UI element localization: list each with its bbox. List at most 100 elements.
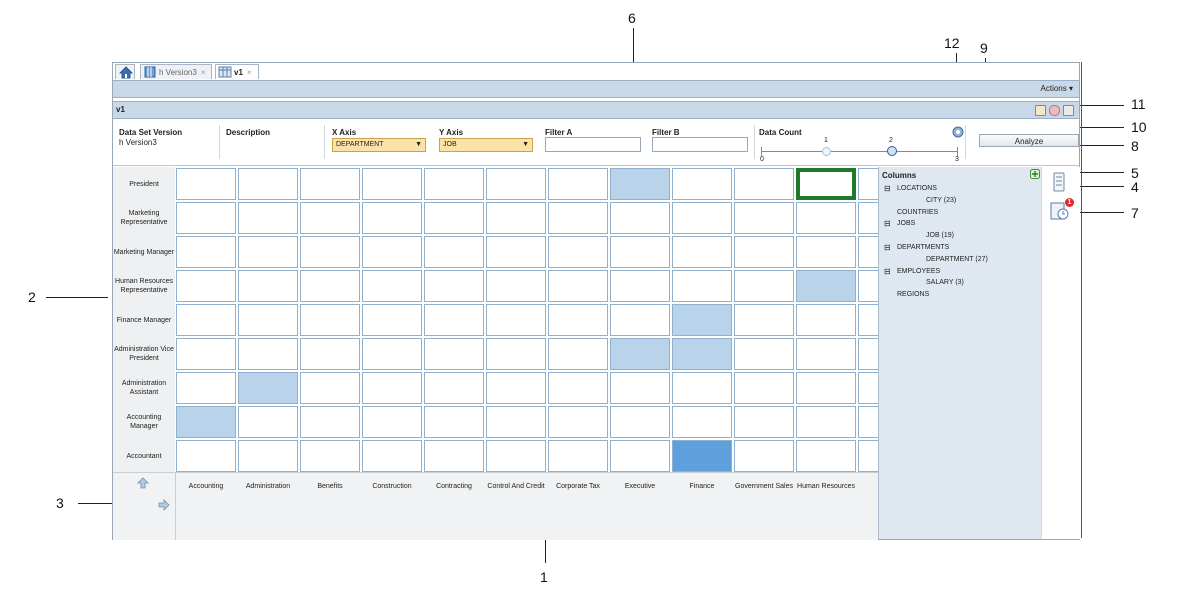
close-icon[interactable]: × xyxy=(201,68,206,77)
grid-cell[interactable] xyxy=(548,236,608,268)
grid-cell[interactable] xyxy=(548,304,608,336)
grid-cell[interactable] xyxy=(672,168,732,200)
grid-cell[interactable] xyxy=(734,372,794,404)
grid-cell[interactable] xyxy=(300,406,360,438)
grid-cell[interactable] xyxy=(300,372,360,404)
grid-cell[interactable] xyxy=(858,338,878,370)
grid-cell[interactable] xyxy=(238,168,298,200)
grid-cell[interactable] xyxy=(176,406,236,438)
tree-item[interactable]: COUNTRIES xyxy=(897,209,938,216)
grid-cell[interactable] xyxy=(424,270,484,302)
grid-cell[interactable] xyxy=(734,270,794,302)
grid-cell[interactable] xyxy=(362,236,422,268)
grid-cell[interactable] xyxy=(672,440,732,472)
grid-cell[interactable] xyxy=(548,406,608,438)
grid-cell[interactable] xyxy=(610,270,670,302)
grid-cell[interactable] xyxy=(858,372,878,404)
settings-gear-icon[interactable] xyxy=(952,126,964,138)
add-icon[interactable] xyxy=(1030,169,1040,179)
grid-cell[interactable] xyxy=(176,270,236,302)
export-icon[interactable] xyxy=(1035,105,1046,116)
grid-cell[interactable] xyxy=(424,406,484,438)
grid-cell[interactable] xyxy=(796,168,856,200)
grid-cell[interactable] xyxy=(796,270,856,302)
grid-cell[interactable] xyxy=(610,236,670,268)
grid-cell[interactable] xyxy=(610,406,670,438)
grid-cell[interactable] xyxy=(238,236,298,268)
actions-menu[interactable]: Actions ▾ xyxy=(1041,84,1073,93)
x-axis-select[interactable]: DEPARTMENT ▼ xyxy=(332,138,426,152)
slider-thumb[interactable] xyxy=(887,146,897,156)
data-count-slider[interactable]: 0 1 2 3 xyxy=(760,137,959,163)
grid-cell[interactable] xyxy=(486,338,546,370)
grid-cell[interactable] xyxy=(362,338,422,370)
tree-item[interactable]: ⊟ LOCATIONS xyxy=(884,184,937,193)
close-icon[interactable]: × xyxy=(247,68,252,77)
grid-cell[interactable] xyxy=(548,440,608,472)
grid-cell[interactable] xyxy=(610,372,670,404)
tree-item[interactable]: REGIONS xyxy=(897,291,929,298)
grid-cell[interactable] xyxy=(672,236,732,268)
tree-item[interactable]: ⊟ JOBS xyxy=(884,219,915,228)
grid-cell[interactable] xyxy=(796,338,856,370)
grid-cell[interactable] xyxy=(176,338,236,370)
grid-cell[interactable] xyxy=(796,202,856,234)
grid-cell[interactable] xyxy=(362,304,422,336)
tab-home[interactable] xyxy=(115,64,135,79)
grid-cell[interactable] xyxy=(672,338,732,370)
grid-cell[interactable] xyxy=(176,202,236,234)
grid-cell[interactable] xyxy=(486,440,546,472)
grid-cell[interactable] xyxy=(362,202,422,234)
tab-v1[interactable]: v1 × xyxy=(215,64,259,79)
grid-cell[interactable] xyxy=(176,372,236,404)
grid-cell[interactable] xyxy=(610,338,670,370)
grid-cell[interactable] xyxy=(238,406,298,438)
grid-cell[interactable] xyxy=(300,202,360,234)
grid-cell[interactable] xyxy=(548,270,608,302)
collapse-icon[interactable]: ⊟ xyxy=(884,243,891,252)
arrow-right-icon[interactable] xyxy=(158,499,170,511)
grid-cell[interactable] xyxy=(734,236,794,268)
grid-cell[interactable] xyxy=(238,304,298,336)
grid-cell[interactable] xyxy=(424,440,484,472)
grid-cell[interactable] xyxy=(176,236,236,268)
filter-b-input[interactable] xyxy=(652,137,748,152)
grid-cell[interactable] xyxy=(610,440,670,472)
tree-item[interactable]: ⊟ EMPLOYEES xyxy=(884,267,940,276)
grid-cell[interactable] xyxy=(796,406,856,438)
grid-cell[interactable] xyxy=(238,440,298,472)
grid-cell[interactable] xyxy=(734,406,794,438)
column-list-icon[interactable] xyxy=(1053,172,1065,192)
grid-cell[interactable] xyxy=(858,236,878,268)
grid-cell[interactable] xyxy=(672,270,732,302)
grid-cell[interactable] xyxy=(362,168,422,200)
grid-cell[interactable] xyxy=(486,304,546,336)
grid-cell[interactable] xyxy=(796,304,856,336)
grid-cell[interactable] xyxy=(672,304,732,336)
tab-h-version3[interactable]: h Version3 × xyxy=(140,64,212,79)
grid-cell[interactable] xyxy=(176,440,236,472)
grid-cell[interactable] xyxy=(300,236,360,268)
arrow-up-icon[interactable] xyxy=(137,477,149,489)
collapse-icon[interactable]: ⊟ xyxy=(884,267,891,276)
grid-cell[interactable] xyxy=(300,440,360,472)
grid-cell[interactable] xyxy=(548,372,608,404)
tree-item[interactable]: JOB (19) xyxy=(926,232,954,239)
grid-cell[interactable] xyxy=(672,372,732,404)
grid-cell[interactable] xyxy=(238,202,298,234)
grid-cell[interactable] xyxy=(486,236,546,268)
grid-cell[interactable] xyxy=(734,304,794,336)
grid-cell[interactable] xyxy=(610,168,670,200)
grid-cell[interactable] xyxy=(672,202,732,234)
grid-cell[interactable] xyxy=(858,202,878,234)
grid-cell[interactable] xyxy=(424,372,484,404)
collapse-icon[interactable]: ⊟ xyxy=(884,219,891,228)
grid-cell[interactable] xyxy=(424,202,484,234)
y-axis-select[interactable]: JOB ▼ xyxy=(439,138,533,152)
grid-cell[interactable] xyxy=(796,440,856,472)
grid-cell[interactable] xyxy=(300,168,360,200)
tree-item[interactable]: ⊟ DEPARTMENTS xyxy=(884,243,949,252)
tree-item[interactable]: SALARY (3) xyxy=(926,279,964,286)
grid-cell[interactable] xyxy=(238,372,298,404)
grid-cell[interactable] xyxy=(362,270,422,302)
